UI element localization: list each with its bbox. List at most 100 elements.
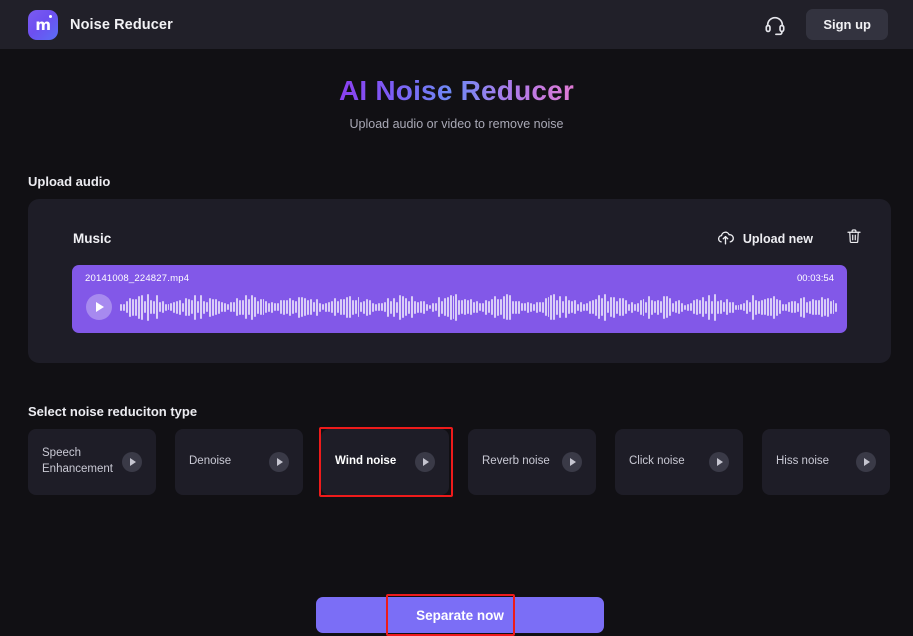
waveform-bar bbox=[321, 304, 324, 310]
noise-type-card-click-noise[interactable]: Click noise bbox=[615, 429, 743, 495]
preview-play-icon[interactable] bbox=[122, 452, 142, 472]
waveform-bar bbox=[419, 301, 422, 313]
waveform-bar bbox=[796, 302, 799, 312]
separate-now-button[interactable]: Separate now bbox=[316, 597, 604, 633]
upload-new-button[interactable]: Upload new bbox=[716, 228, 813, 250]
waveform-bar bbox=[312, 302, 315, 312]
waveform-bar bbox=[701, 297, 704, 317]
waveform-bar bbox=[378, 303, 381, 311]
waveform-bar bbox=[176, 300, 179, 314]
waveform-bar bbox=[449, 294, 452, 320]
waveform-bar bbox=[592, 300, 594, 314]
preview-play-icon[interactable] bbox=[562, 452, 582, 472]
trash-icon[interactable] bbox=[845, 227, 863, 250]
waveform-bar bbox=[571, 301, 574, 313]
waveform-bar bbox=[648, 295, 651, 319]
waveform-bar bbox=[259, 299, 262, 315]
waveform-bar bbox=[630, 301, 633, 313]
waveform-bar bbox=[191, 300, 194, 314]
waveform-bar bbox=[185, 298, 188, 316]
waveform-bar bbox=[568, 300, 571, 314]
waveform-bar bbox=[606, 301, 609, 313]
waveform-bar bbox=[387, 297, 390, 317]
sign-up-button[interactable]: Sign up bbox=[806, 9, 888, 40]
waveform-bar bbox=[283, 299, 286, 315]
waveform-bar bbox=[161, 301, 164, 313]
waveform-bar bbox=[247, 299, 250, 315]
waveform-bar bbox=[315, 298, 318, 316]
noise-type-label: Denoise bbox=[189, 455, 232, 468]
waveform-bar bbox=[381, 303, 384, 311]
waveform-bar bbox=[820, 297, 823, 317]
track-file-name: 20141008_224827.mp4 bbox=[85, 273, 190, 284]
waveform-bar bbox=[595, 298, 597, 316]
brand-name: Noise Reducer bbox=[70, 16, 173, 33]
waveform-bar bbox=[695, 299, 698, 315]
preview-play-icon[interactable] bbox=[856, 452, 876, 472]
waveform-bar bbox=[651, 299, 654, 315]
waveform-bar bbox=[805, 301, 808, 313]
waveform-bar bbox=[330, 301, 333, 313]
waveform-bar bbox=[678, 300, 681, 314]
waveform-bar bbox=[402, 296, 404, 318]
waveform[interactable] bbox=[120, 293, 839, 321]
waveform-bar bbox=[467, 300, 470, 314]
waveform-bar bbox=[452, 295, 455, 319]
noise-type-label: Speech Enhancement bbox=[42, 447, 113, 475]
waveform-bar bbox=[307, 299, 309, 315]
waveform-bar bbox=[713, 293, 716, 321]
waveform-bar bbox=[817, 299, 820, 315]
waveform-bar bbox=[173, 301, 176, 313]
waveform-bar bbox=[485, 299, 488, 315]
noise-type-card-speech-enhancement[interactable]: Speech Enhancement bbox=[28, 429, 156, 495]
waveform-bar bbox=[363, 300, 366, 314]
waveform-bar bbox=[455, 293, 458, 321]
waveform-bar bbox=[707, 294, 710, 320]
waveform-bar bbox=[716, 300, 719, 314]
waveform-bar bbox=[413, 300, 416, 314]
brand[interactable]: m Noise Reducer bbox=[28, 9, 173, 40]
waveform-bar bbox=[520, 303, 523, 311]
waveform-bar bbox=[170, 303, 173, 311]
waveform-bar bbox=[410, 296, 413, 318]
noise-type-card-denoise[interactable]: Denoise bbox=[175, 429, 303, 495]
waveform-bar bbox=[458, 299, 461, 315]
waveform-bar bbox=[785, 303, 787, 311]
waveform-bar bbox=[535, 301, 538, 313]
noise-type-card-reverb-noise[interactable]: Reverb noise bbox=[468, 429, 596, 495]
preview-play-icon[interactable] bbox=[269, 452, 289, 472]
waveform-bar bbox=[140, 294, 143, 320]
waveform-bar bbox=[740, 304, 743, 310]
noise-type-card-wind-noise[interactable]: Wind noise bbox=[321, 429, 449, 495]
waveform-bar bbox=[360, 302, 363, 312]
play-icon[interactable] bbox=[86, 294, 112, 320]
waveform-bar bbox=[600, 298, 603, 316]
waveform-bar bbox=[589, 300, 592, 314]
waveform-bar bbox=[511, 300, 514, 314]
app-root: m Noise Reducer Sign up AI Noise Reducer… bbox=[0, 0, 913, 636]
preview-play-icon[interactable] bbox=[709, 452, 729, 472]
waveform-bar bbox=[497, 298, 499, 316]
noise-type-card-hiss-noise[interactable]: Hiss noise bbox=[762, 429, 890, 495]
waveform-bar bbox=[612, 296, 615, 318]
waveform-bar bbox=[615, 300, 618, 314]
waveform-bar bbox=[217, 300, 220, 314]
waveform-bar bbox=[470, 299, 473, 315]
waveform-bar bbox=[541, 301, 544, 313]
waveform-bar bbox=[770, 298, 773, 316]
waveform-bar bbox=[728, 301, 731, 313]
waveform-bar bbox=[215, 299, 217, 315]
cloud-upload-icon bbox=[716, 228, 735, 250]
headset-support-icon[interactable] bbox=[764, 14, 786, 36]
audio-track[interactable]: 20141008_224827.mp4 00:03:54 bbox=[72, 265, 847, 333]
waveform-bar bbox=[289, 298, 292, 316]
preview-play-icon[interactable] bbox=[415, 452, 435, 472]
waveform-bar bbox=[793, 301, 796, 313]
waveform-bar bbox=[152, 300, 155, 314]
waveform-bar bbox=[550, 294, 553, 320]
waveform-bar bbox=[565, 296, 568, 318]
waveform-bar bbox=[835, 302, 838, 312]
waveform-bar bbox=[734, 304, 737, 310]
waveform-bar bbox=[434, 303, 437, 311]
waveform-bar bbox=[128, 297, 131, 317]
